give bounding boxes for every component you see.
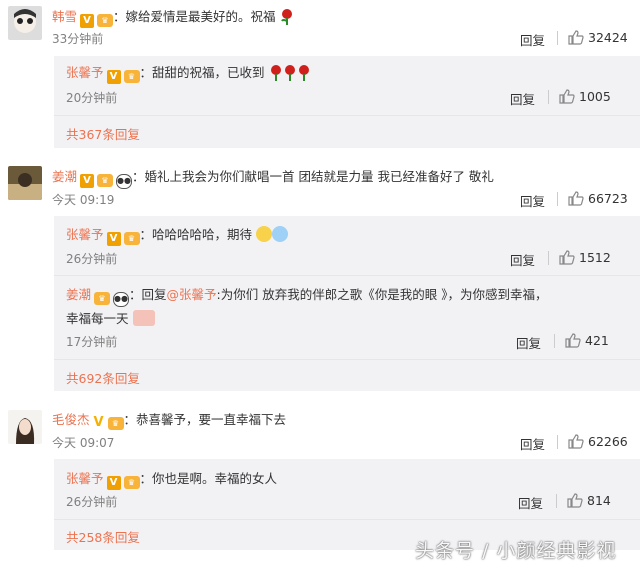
reply-button[interactable]: 回复 (516, 333, 541, 352)
avatar-hanxue[interactable] (8, 6, 42, 40)
rose-icon (270, 65, 281, 81)
thumbs-up-icon (559, 89, 575, 104)
like-count: 66723 (588, 191, 628, 206)
divider (554, 334, 555, 348)
crown-icon: ♛ (123, 232, 140, 245)
reply-author[interactable]: 姜潮 (66, 287, 91, 302)
verified-icon: V (106, 476, 121, 490)
divider (54, 275, 640, 276)
comment-time: 今天 09:19 (52, 193, 115, 207)
crown-icon: ♛ (97, 174, 114, 187)
like-button[interactable]: 1005 (559, 89, 611, 104)
reply-button[interactable]: 回复 (520, 434, 545, 453)
like-button[interactable]: 1512 (559, 250, 611, 265)
like-count: 62266 (588, 434, 628, 449)
thumbs-up-icon (565, 333, 581, 348)
like-count: 421 (585, 333, 609, 348)
like-button[interactable]: 32424 (568, 30, 628, 45)
like-count: 1005 (579, 89, 611, 104)
reply-time: 26分钟前 (66, 495, 118, 509)
reply-text: ：甜甜的祝福，已收到 (139, 65, 265, 80)
watermark: 头条号 / 小颜经典影视 (415, 540, 617, 562)
divider (557, 435, 558, 449)
reply-author[interactable]: 张馨予 (66, 227, 104, 242)
thumbs-up-icon (567, 493, 583, 508)
comment-author[interactable]: 毛俊杰 (52, 412, 90, 427)
reply-button[interactable]: 回复 (520, 30, 545, 49)
thumbs-up-icon (568, 191, 584, 206)
reply-button[interactable]: 回复 (510, 250, 535, 269)
like-count: 1512 (579, 250, 611, 265)
reply-button[interactable]: 回复 (510, 89, 535, 108)
thumbs-up-icon (559, 250, 575, 265)
reply-text-continued: 幸福每一天 (66, 311, 129, 326)
reply-prefix: ：回复 (129, 287, 167, 302)
thumbs-up-icon (568, 434, 584, 449)
laugh-emoji-icon (272, 226, 289, 242)
divider (548, 251, 549, 265)
more-replies-link[interactable]: 共367条回复 (66, 124, 140, 143)
comment-author[interactable]: 姜潮 (52, 169, 77, 184)
comment-text: ：婚礼上我会为你们献唱一首 团结就是力量 我已经准备好了 敬礼 (132, 169, 494, 184)
more-replies-link[interactable]: 共692条回复 (66, 368, 140, 387)
reply-time: 26分钟前 (66, 252, 118, 266)
verified-icon: V (80, 174, 95, 188)
panda-icon: ●● (116, 174, 133, 189)
reply-button[interactable]: 回复 (520, 191, 545, 210)
divider (557, 192, 558, 206)
reply-text: ：你也是啊。幸福的女人 (139, 471, 278, 486)
crown-icon: ♛ (123, 476, 140, 489)
couple-emoji-icon (132, 310, 155, 326)
verified-icon: V (106, 70, 121, 84)
replies-box: 张馨予 V ♛ ：甜甜的祝福，已收到 20分钟前 回复 1005 共367条回复 (54, 56, 640, 148)
reply-text: :为你们 放弃我的伴郎之歌《你是我的眼 》，为你感到幸福， (216, 287, 548, 302)
reply-button[interactable]: 回复 (518, 493, 543, 512)
reply-text: ：哈哈哈哈哈，期待 (139, 227, 253, 242)
rose-icon (284, 65, 295, 81)
verified-icon: V (106, 232, 121, 246)
divider (556, 494, 557, 508)
verified-icon: V (93, 415, 104, 430)
comment-time: 33分钟前 (52, 32, 104, 46)
verified-icon: V (80, 14, 95, 28)
divider (548, 90, 549, 104)
smile-emoji-icon (256, 226, 273, 242)
replies-box: 张馨予 V ♛ ：哈哈哈哈哈，期待 26分钟前 回复 1512 姜潮 ♛ ●●：回复@张馨… (54, 216, 640, 391)
reply-author[interactable]: 张馨予 (66, 471, 104, 486)
panda-icon: ●● (113, 292, 130, 307)
like-button[interactable]: 66723 (568, 191, 628, 206)
avatar-jiangchao[interactable] (8, 166, 42, 200)
reply-time: 17分钟前 (66, 335, 118, 349)
divider (557, 31, 558, 45)
like-button[interactable]: 62266 (568, 434, 628, 449)
mention-link[interactable]: @张馨予 (167, 287, 217, 302)
avatar-maojunjie[interactable] (8, 410, 42, 444)
comment-text: ：恭喜馨予，要一直幸福下去 (123, 412, 287, 427)
crown-icon: ♛ (94, 292, 111, 305)
more-replies-link[interactable]: 共258条回复 (66, 527, 140, 546)
like-count: 814 (587, 493, 611, 508)
thumbs-up-icon (568, 30, 584, 45)
crown-icon: ♛ (107, 417, 124, 430)
crown-icon: ♛ (97, 14, 114, 27)
divider (54, 519, 640, 520)
crown-icon: ♛ (123, 70, 140, 83)
comment-author[interactable]: 韩雪 (52, 9, 77, 24)
like-button[interactable]: 814 (567, 493, 611, 508)
comment-time: 今天 09:07 (52, 436, 115, 450)
like-count: 32424 (588, 30, 628, 45)
comment-text: ：嫁给爱情是最美好的。祝福 (113, 9, 276, 24)
like-button[interactable]: 421 (565, 333, 609, 348)
rose-icon (280, 9, 292, 25)
divider (54, 359, 640, 360)
reply-author[interactable]: 张馨予 (66, 65, 104, 80)
reply-time: 20分钟前 (66, 91, 118, 105)
rose-icon (298, 65, 309, 81)
divider (54, 115, 640, 116)
